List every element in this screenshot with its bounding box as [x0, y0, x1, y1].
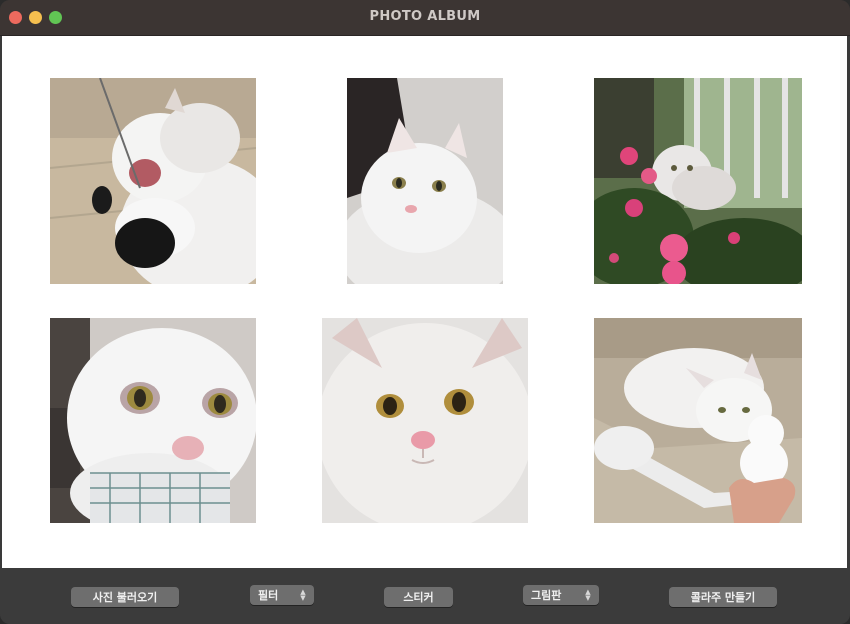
cat-snowball-photo-icon	[594, 318, 802, 523]
bottom-toolbar: 사진 불러오기 필터 ▲ ▼ 스티커 그림판 ▲ ▼ 콜라주 만들기	[0, 568, 850, 624]
cat-closeup-photo-icon	[50, 318, 256, 523]
filter-label: 필터	[258, 589, 279, 602]
photo-4[interactable]	[50, 318, 256, 523]
cat-lying-photo-icon	[347, 78, 503, 284]
filter-popup[interactable]: 필터 ▲ ▼	[250, 585, 314, 605]
photo-3[interactable]	[594, 78, 802, 284]
cat-with-flowers-photo-icon	[594, 78, 802, 284]
photo-5[interactable]	[322, 318, 528, 523]
updown-chevron-icon: ▲ ▼	[300, 588, 306, 602]
title-bar[interactable]: PHOTO ALBUM	[0, 0, 850, 36]
photo-6[interactable]	[594, 318, 802, 523]
cat-portrait-photo-icon	[322, 318, 528, 523]
cat-playing-photo-icon	[50, 78, 256, 284]
sticker-button[interactable]: 스티커	[384, 587, 453, 607]
updown-chevron-icon: ▲ ▼	[585, 588, 591, 602]
drawing-popup[interactable]: 그림판 ▲ ▼	[523, 585, 599, 605]
make-collage-button[interactable]: 콜라주 만들기	[669, 587, 777, 607]
window-title: PHOTO ALBUM	[369, 9, 481, 24]
drawing-label: 그림판	[531, 589, 562, 602]
load-photos-button[interactable]: 사진 불러오기	[71, 587, 179, 607]
photo-2[interactable]	[347, 78, 503, 284]
photo-album-window: PHOTO ALBUM 사진 불러오기 필터 ▲ ▼ 스티커 그림판 ▲ ▼ 콜…	[0, 0, 850, 624]
photo-1[interactable]	[50, 78, 256, 284]
photo-grid	[2, 36, 847, 568]
